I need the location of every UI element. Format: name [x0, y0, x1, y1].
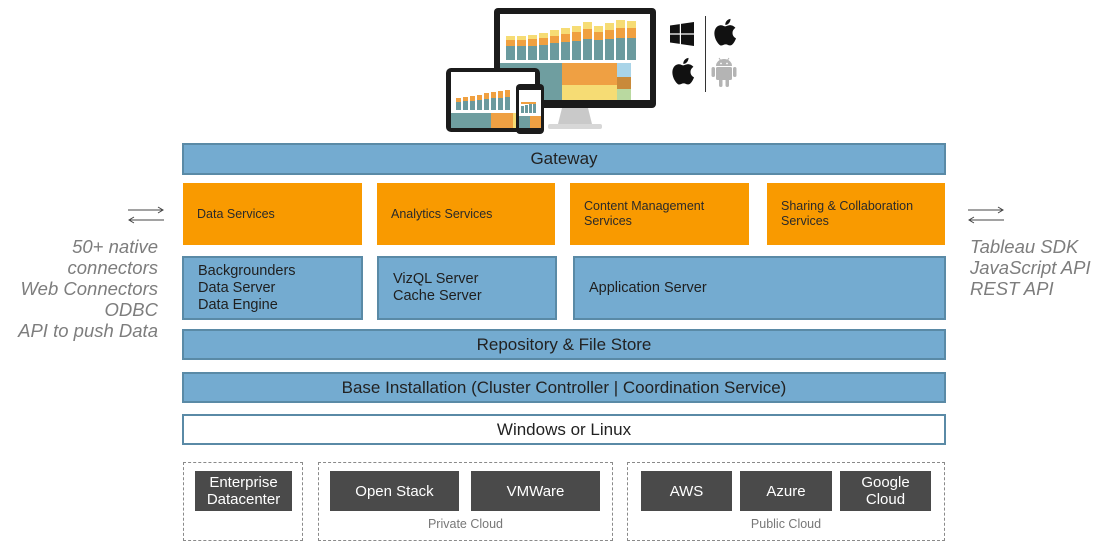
- server-line: Data Engine: [198, 296, 278, 313]
- gateway-label: Gateway: [530, 149, 598, 168]
- service-label: Analytics Services: [391, 206, 493, 221]
- repository-layer: Repository & File Store: [182, 329, 946, 360]
- server-line: Cache Server: [393, 288, 482, 304]
- deployment-google-cloud: Google Cloud: [840, 471, 931, 511]
- os-layer: Windows or Linux: [182, 414, 946, 445]
- connector-line: connectors: [67, 257, 159, 278]
- server-backgrounders-box: Backgrounders Data Server Data Engine: [182, 256, 363, 320]
- android-icon: [710, 56, 738, 88]
- server-line: Backgrounders: [198, 262, 296, 279]
- gateway-layer: Gateway: [182, 143, 946, 175]
- service-data-services: Data Services: [183, 183, 362, 245]
- service-sharing-collaboration: Sharing & Collaboration Services: [767, 183, 945, 245]
- server-line: Data Server: [198, 279, 276, 296]
- os-label: Windows or Linux: [496, 419, 632, 439]
- server-application-box: Application Server: [573, 256, 946, 320]
- deployment-open-stack: Open Stack: [330, 471, 459, 511]
- devices-image: [446, 8, 656, 134]
- devices-illustration: [444, 6, 659, 134]
- right-bidirectional-arrow-icon: [966, 204, 1006, 226]
- server-line: Application Server: [589, 279, 707, 296]
- server-line: VizQL Server: [393, 271, 479, 287]
- connector-line: ODBC: [104, 299, 158, 320]
- windows-icon: [670, 22, 694, 46]
- api-line: JavaScript API: [970, 257, 1091, 278]
- base-installation-layer: Base Installation (Cluster Controller | …: [182, 372, 946, 403]
- apple-icon: [711, 17, 737, 47]
- service-label: Data Services: [197, 206, 275, 221]
- api-line: Tableau SDK: [970, 236, 1079, 257]
- deployment-vmware: VMWare: [471, 471, 600, 511]
- connector-line: API to push Data: [18, 320, 158, 341]
- data-connectors-list: 50+ native connectors Web Connectors ODB…: [0, 236, 158, 341]
- deployment-aws: AWS: [641, 471, 732, 511]
- service-label: Sharing & Collaboration Services: [781, 199, 914, 228]
- connector-line: Web Connectors: [20, 278, 158, 299]
- platform-divider: [705, 16, 706, 92]
- connector-line: 50+ native: [72, 236, 158, 257]
- service-content-management: Content Management Services: [570, 183, 749, 245]
- service-analytics-services: Analytics Services: [377, 183, 555, 245]
- api-list: Tableau SDK JavaScript API REST API: [970, 236, 1107, 299]
- service-label: Content Management Services: [584, 199, 705, 228]
- repository-label: Repository & File Store: [476, 334, 652, 354]
- deployment-azure: Azure: [740, 471, 832, 511]
- base-installation-label: Base Installation (Cluster Controller | …: [341, 377, 787, 397]
- apple-icon: [669, 56, 695, 86]
- server-vizql-box: VizQL Server Cache Server: [377, 256, 557, 320]
- deployment-enterprise-datacenter: Enterprise Datacenter: [195, 471, 292, 511]
- left-bidirectional-arrow-icon: [126, 204, 166, 226]
- public-cloud-label: Public Cloud: [750, 517, 822, 531]
- phone-icon: [516, 84, 544, 134]
- api-line: REST API: [970, 278, 1054, 299]
- private-cloud-label: Private Cloud: [427, 517, 504, 531]
